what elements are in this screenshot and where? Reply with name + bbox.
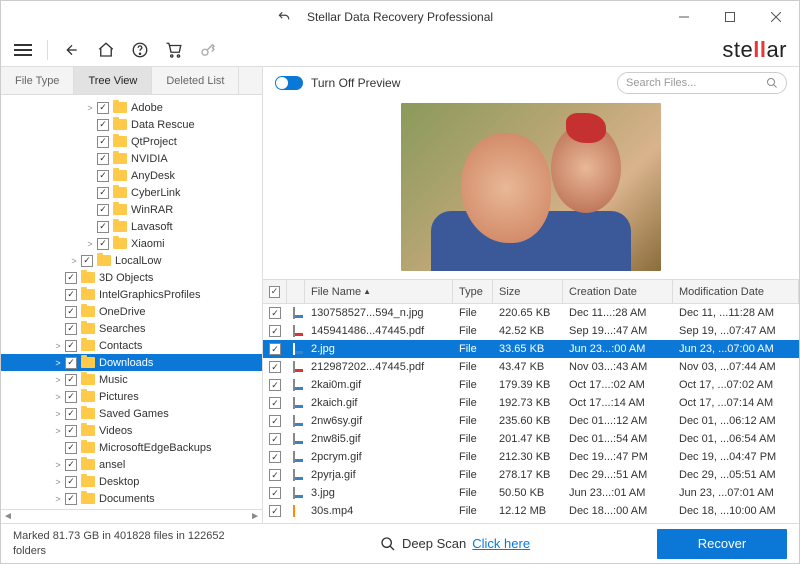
preview-image (401, 103, 661, 271)
tree-item[interactable]: >✓Saved Games (1, 405, 262, 422)
undo-icon[interactable] (277, 10, 291, 24)
tree-item[interactable]: >✓Contacts (1, 337, 262, 354)
cart-icon[interactable] (164, 40, 184, 60)
right-panel: Turn Off Preview Search Files... ✓ File … (263, 67, 799, 523)
tabbar: File Type Tree View Deleted List (1, 67, 262, 95)
header-creation-date[interactable]: Creation Date (563, 280, 673, 303)
tree-item[interactable]: ✓WinRAR (1, 201, 262, 218)
tree-item[interactable]: ✓AnyDesk (1, 167, 262, 184)
close-button[interactable] (753, 1, 799, 33)
recover-button[interactable]: Recover (657, 529, 787, 559)
tree-item[interactable]: >✓Music (1, 371, 262, 388)
tree-item[interactable]: ✓Data Rescue (1, 116, 262, 133)
tree-item[interactable]: ✓CyberLink (1, 184, 262, 201)
deep-scan: Deep Scan Click here (380, 536, 530, 552)
table-row[interactable]: ✓130758527...594_n.jpgFile220.65 KBDec 1… (263, 304, 799, 322)
folder-tree[interactable]: >✓Adobe✓Data Rescue✓QtProject✓NVIDIA✓Any… (1, 95, 262, 509)
header-filename[interactable]: File Name▲ (305, 280, 453, 303)
brand-logo: stellar (722, 37, 787, 63)
preview-toggle[interactable]: Turn Off Preview (275, 76, 400, 90)
search-icon (766, 77, 778, 89)
table-row[interactable]: ✓212987202...47445.pdfFile43.47 KBNov 03… (263, 358, 799, 376)
tree-item[interactable]: >✓ansel (1, 456, 262, 473)
statusbar: Marked 81.73 GB in 401828 files in 12265… (1, 523, 799, 563)
file-table: ✓ File Name▲ Type Size Creation Date Mod… (263, 279, 799, 523)
tree-item[interactable]: ✓IntelGraphicsProfiles (1, 286, 262, 303)
table-row[interactable]: ✓30s.mp4File12.12 MBDec 18...:00 AMDec 1… (263, 502, 799, 520)
search-placeholder: Search Files... (626, 77, 696, 89)
table-row[interactable]: ✓2nw8i5.gifFile201.47 KBDec 01...:54 AMD… (263, 430, 799, 448)
tab-tree-view[interactable]: Tree View (74, 67, 152, 94)
key-icon[interactable] (198, 40, 218, 60)
table-row[interactable]: ✓2.jpgFile33.65 KBJun 23...:00 AMJun 23,… (263, 340, 799, 358)
tab-file-type[interactable]: File Type (1, 67, 74, 94)
tree-item[interactable]: ✓Lavasoft (1, 218, 262, 235)
home-icon[interactable] (96, 40, 116, 60)
window-title: Stellar Data Recovery Professional (307, 10, 493, 24)
menu-icon[interactable] (13, 40, 33, 60)
tree-item[interactable]: >✓Documents (1, 490, 262, 507)
toolbar: stellar (1, 33, 799, 67)
header-checkbox[interactable]: ✓ (263, 280, 287, 303)
table-header: ✓ File Name▲ Type Size Creation Date Mod… (263, 280, 799, 304)
tree-item[interactable]: >✓Videos (1, 422, 262, 439)
back-icon[interactable] (62, 40, 82, 60)
tree-item[interactable]: >✓Desktop (1, 473, 262, 490)
search-input[interactable]: Search Files... (617, 72, 787, 94)
maximize-button[interactable] (707, 1, 753, 33)
toggle-switch[interactable] (275, 76, 303, 90)
header-size[interactable]: Size (493, 280, 563, 303)
table-row[interactable]: ✓3.jpgFile50.50 KBJun 23...:01 AMJun 23,… (263, 484, 799, 502)
tree-item[interactable]: ✓Searches (1, 320, 262, 337)
horizontal-scrollbar[interactable]: ◄► (1, 509, 262, 523)
titlebar: Stellar Data Recovery Professional (1, 1, 799, 33)
tree-item[interactable]: ✓QtProject (1, 133, 262, 150)
table-row[interactable]: ✓2pcrym.gifFile212.30 KBDec 19...:47 PMD… (263, 448, 799, 466)
tree-item[interactable]: >✓Adobe (1, 99, 262, 116)
tree-item[interactable]: >✓LocalLow (1, 252, 262, 269)
tree-item[interactable]: ✓NVIDIA (1, 150, 262, 167)
help-icon[interactable] (130, 40, 150, 60)
minimize-button[interactable] (661, 1, 707, 33)
tree-item[interactable]: >✓Downloads (1, 354, 262, 371)
tree-item[interactable]: ✓3D Objects (1, 269, 262, 286)
left-panel: File Type Tree View Deleted List >✓Adobe… (1, 67, 263, 523)
table-row[interactable]: ✓145941486...47445.pdfFile42.52 KBSep 19… (263, 322, 799, 340)
header-type[interactable]: Type (453, 280, 493, 303)
tab-deleted-list[interactable]: Deleted List (152, 67, 239, 94)
table-row[interactable]: ✓2nw6sy.gifFile235.60 KBDec 01...:12 AMD… (263, 412, 799, 430)
table-row[interactable]: ✓2kaich.gifFile192.73 KBOct 17...:14 AMO… (263, 394, 799, 412)
deep-scan-label: Deep Scan (402, 536, 466, 551)
table-row[interactable]: ✓2kai0m.gifFile179.39 KBOct 17...:02 AMO… (263, 376, 799, 394)
tree-item[interactable]: >✓Pictures (1, 388, 262, 405)
magnifier-icon (380, 536, 396, 552)
table-row[interactable]: ✓2pyrja.gifFile278.17 KBDec 29...:51 AMD… (263, 466, 799, 484)
tree-item[interactable]: >✓Xiaomi (1, 235, 262, 252)
tree-item[interactable]: ✓MicrosoftEdgeBackups (1, 439, 262, 456)
deep-scan-link[interactable]: Click here (472, 536, 530, 551)
tree-item[interactable]: ✓OneDrive (1, 303, 262, 320)
header-modification-date[interactable]: Modification Date (673, 280, 799, 303)
preview-toggle-label: Turn Off Preview (311, 76, 400, 90)
status-text: Marked 81.73 GB in 401828 files in 12265… (13, 529, 253, 558)
